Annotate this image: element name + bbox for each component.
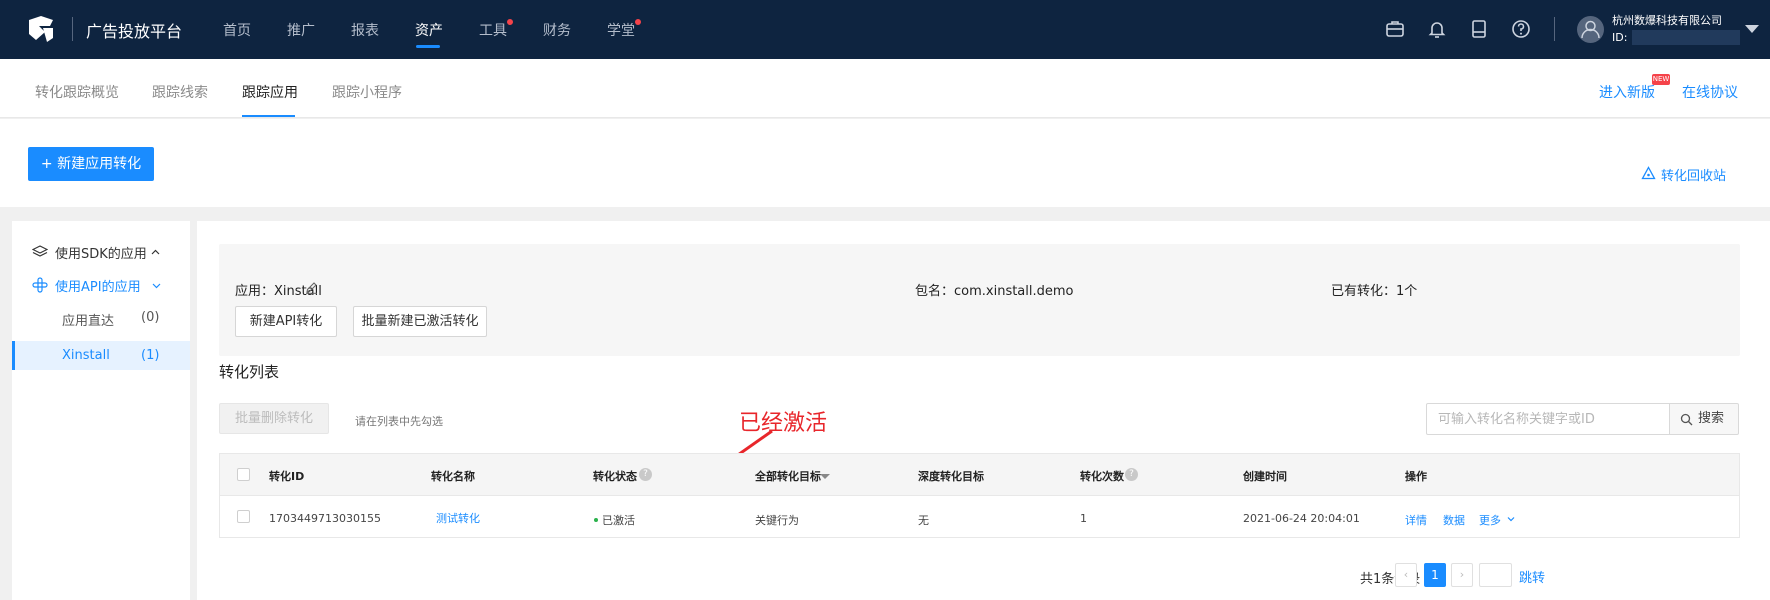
package-name: 包名：com.xinstall.demo — [915, 284, 1074, 299]
more-link[interactable]: 更多 — [1479, 512, 1501, 528]
select-hint: 请在列表中先勾选 — [355, 415, 443, 428]
data-link[interactable]: 数据 — [1443, 512, 1465, 528]
next-page-button[interactable]: › — [1451, 563, 1473, 587]
tab-track-mini-programs[interactable]: 跟踪小程序 — [332, 82, 402, 102]
conversion-list-title: 转化列表 — [219, 363, 280, 381]
enter-new-version-link[interactable]: 进入新版 — [1599, 82, 1655, 102]
column-header: 全部转化目标 — [755, 470, 821, 483]
account-menu-caret-icon[interactable] — [1745, 25, 1759, 33]
chevron-down-icon[interactable] — [1507, 515, 1515, 523]
cell-count: 1 — [1080, 512, 1087, 525]
sidebar-item-count: (0) — [141, 310, 160, 325]
existing-conversions: 已有转化：1个 — [1331, 284, 1418, 299]
conversion-table: 转化ID 转化名称 转化状态 ? 全部转化目标 深度转化目标 转化次数 ? 创建… — [219, 453, 1740, 538]
cell-created-time: 2021-06-24 20:04:01 — [1243, 512, 1360, 525]
api-plus-icon — [32, 277, 48, 293]
recycle-icon — [1641, 166, 1656, 180]
column-header: 转化状态 — [593, 470, 637, 483]
user-avatar[interactable] — [1577, 16, 1604, 43]
conversion-search-input[interactable] — [1426, 403, 1670, 435]
tab-track-apps[interactable]: 跟踪应用 — [242, 82, 298, 102]
select-all-checkbox[interactable] — [237, 468, 250, 481]
column-header: 操作 — [1405, 470, 1427, 483]
cell-conversion-name[interactable]: 测试转化 — [436, 510, 480, 526]
academy-notification-dot — [635, 19, 641, 25]
nav-active-indicator — [416, 45, 440, 48]
sidebar-item-label[interactable]: 应用直达 — [62, 310, 114, 329]
batch-new-activated-button[interactable]: 批量新建已激活转化 — [353, 306, 487, 337]
prev-page-button[interactable]: ‹ — [1395, 563, 1417, 587]
nav-assets[interactable]: 资产 — [415, 20, 443, 40]
sidebar-group-sdk[interactable]: 使用SDK的应用 — [55, 243, 147, 262]
status-help-icon[interactable]: ? — [639, 468, 652, 481]
briefcase-icon[interactable] — [1385, 19, 1405, 39]
tab-conversion-overview[interactable]: 转化跟踪概览 — [35, 82, 119, 102]
jump-button[interactable]: 跳转 — [1519, 567, 1545, 586]
user-icon — [1581, 20, 1600, 39]
nav-promotion[interactable]: 推广 — [287, 20, 315, 40]
topbar-divider — [1554, 17, 1555, 41]
edit-icon[interactable] — [305, 281, 318, 294]
new-app-conversion-button[interactable]: + 新建应用转化 — [28, 147, 154, 181]
nav-academy[interactable]: 学堂 — [607, 20, 635, 40]
account-id-redacted — [1632, 30, 1740, 45]
column-header: 创建时间 — [1243, 470, 1287, 483]
chevron-down-icon[interactable] — [152, 281, 161, 290]
tab-active-indicator — [242, 115, 295, 117]
row-checkbox[interactable] — [237, 510, 250, 523]
layers-icon — [32, 245, 48, 257]
batch-delete-button[interactable]: 批量删除转化 — [219, 403, 329, 434]
top-navigation-bar: 广告投放平台 首页 推广 报表 资产 工具 财务 学堂 杭州数爆科技有限公司 I… — [0, 0, 1770, 59]
tools-notification-dot — [507, 19, 513, 25]
table-header: 转化ID 转化名称 转化状态 ? 全部转化目标 深度转化目标 转化次数 ? 创建… — [220, 454, 1739, 496]
cell-status: 已激活 — [602, 514, 635, 527]
page-1-button[interactable]: 1 — [1424, 563, 1446, 587]
column-header: 转化名称 — [431, 470, 475, 483]
cell-deep-target: 无 — [918, 514, 929, 527]
nav-home[interactable]: 首页 — [223, 20, 251, 40]
new-badge: NEW — [1652, 74, 1670, 85]
new-api-conversion-button[interactable]: 新建API转化 — [235, 306, 337, 337]
filter-caret-icon[interactable] — [820, 474, 830, 479]
conversion-recycle-bin-link[interactable]: 转化回收站 — [1661, 165, 1726, 184]
count-help-icon[interactable]: ? — [1125, 468, 1138, 481]
nav-finance[interactable]: 财务 — [543, 20, 571, 40]
help-icon[interactable] — [1511, 19, 1531, 39]
platform-title: 广告投放平台 — [86, 22, 183, 41]
company-name: 杭州数爆科技有限公司 — [1612, 14, 1722, 27]
sidebar-group-api[interactable]: 使用API的应用 — [55, 276, 141, 295]
page-jump-input[interactable] — [1479, 563, 1512, 587]
book-icon[interactable] — [1469, 19, 1489, 39]
tab-track-leads[interactable]: 跟踪线索 — [152, 82, 208, 102]
sidebar-item-count: (1) — [141, 348, 160, 363]
app-info-card: 应用：Xinstall 包名：com.xinstall.demo 已有转化：1个… — [219, 244, 1740, 356]
online-agreement-link[interactable]: 在线协议 — [1682, 82, 1738, 102]
logo-icon[interactable] — [26, 14, 56, 44]
nav-reports[interactable]: 报表 — [351, 20, 379, 40]
main-panel: 应用：Xinstall 包名：com.xinstall.demo 已有转化：1个… — [197, 221, 1770, 600]
search-icon — [1680, 413, 1693, 426]
column-header: 转化次数 — [1080, 470, 1124, 483]
status-active-dot — [594, 518, 598, 522]
cell-target: 关键行为 — [755, 514, 799, 527]
column-header: 转化ID — [269, 470, 305, 483]
detail-link[interactable]: 详情 — [1405, 512, 1427, 528]
bell-icon[interactable] — [1427, 19, 1447, 39]
account-id-label: ID: — [1612, 31, 1628, 44]
action-strip: + 新建应用转化 转化回收站 — [0, 119, 1770, 207]
app-sidebar: 使用SDK的应用 使用API的应用 应用直达 (0) Xinstall (1) — [12, 221, 190, 600]
sidebar-item-label[interactable]: Xinstall — [62, 348, 110, 363]
logo-divider — [72, 17, 73, 41]
cell-conversion-id: 1703449713030155 — [269, 512, 381, 525]
nav-tools[interactable]: 工具 — [479, 20, 507, 40]
column-header: 深度转化目标 — [918, 470, 984, 483]
chevron-up-icon[interactable] — [151, 248, 160, 257]
sub-tabs-bar: 转化跟踪概览 跟踪线索 跟踪应用 跟踪小程序 进入新版 NEW 在线协议 — [0, 59, 1770, 118]
